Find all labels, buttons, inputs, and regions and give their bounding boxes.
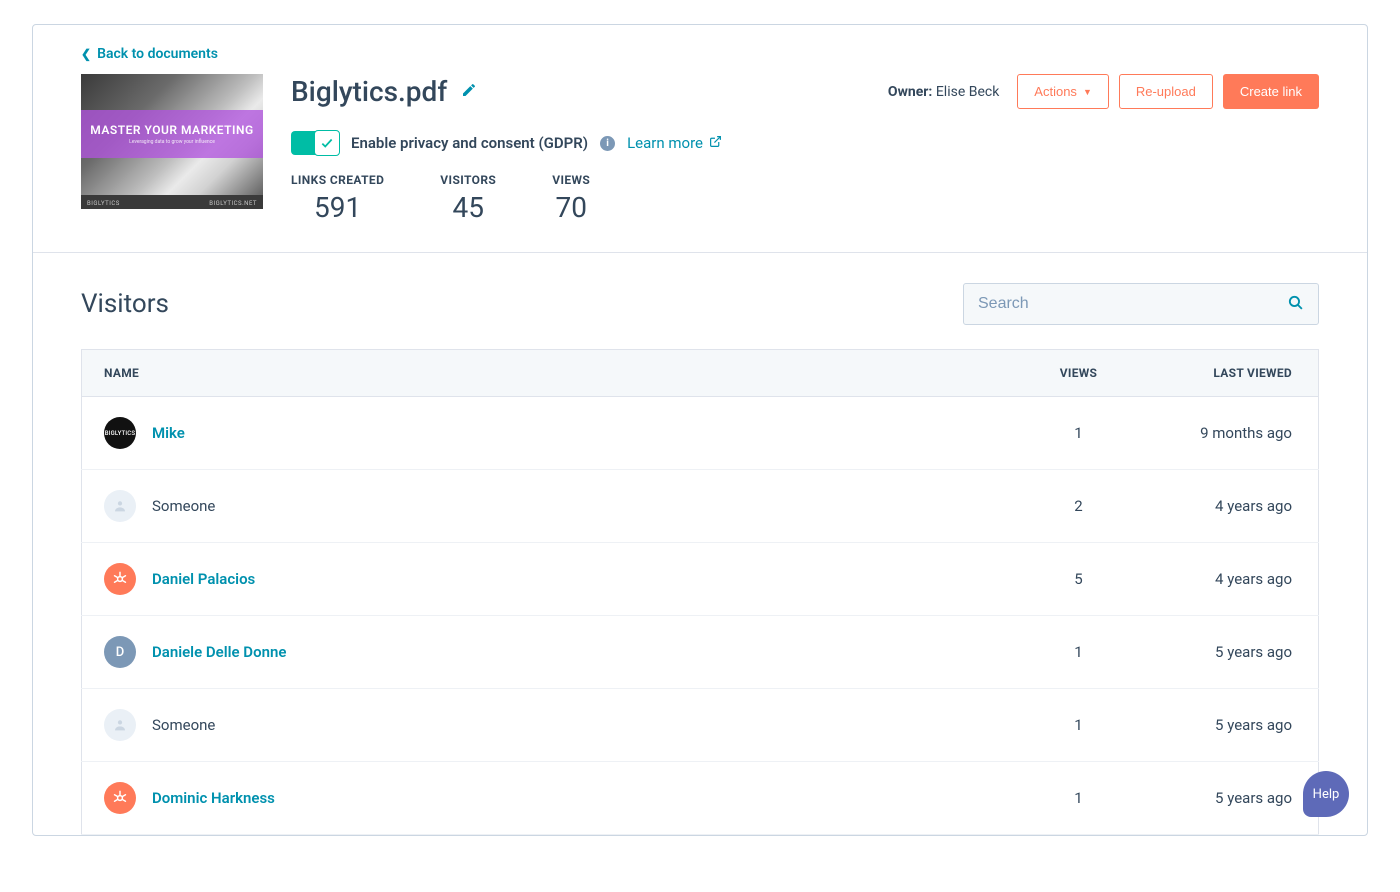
stat-label: VIEWS [552,173,590,187]
document-row: MASTER YOUR MARKETING Leveraging data to… [81,74,1319,224]
stat-value: 70 [552,191,590,224]
last-viewed-cell: 5 years ago [1139,689,1319,762]
gdpr-toggle[interactable] [291,131,339,155]
visitor-name[interactable]: Mike [152,424,185,442]
edit-title-icon[interactable] [461,82,477,102]
reupload-button[interactable]: Re-upload [1119,74,1213,109]
table-row[interactable]: Someone 24 years ago [82,470,1319,543]
owner-name: Elise Beck [936,84,999,100]
thumbnail-brand-right: BIGLYTICS.NET [209,200,257,207]
toggle-knob [314,130,340,156]
document-info: Biglytics.pdf Owner: Elise Beck Actions … [291,74,1319,224]
title-wrap: Biglytics.pdf [291,75,477,108]
search-box[interactable] [963,283,1319,325]
external-link-icon [709,134,722,152]
help-bubble[interactable]: Help [1303,771,1349,817]
chevron-left-icon: ❮ [81,47,91,61]
table-row[interactable]: Daniel Palacios 54 years ago [82,543,1319,616]
stat-label: VISITORS [440,173,496,187]
last-viewed-cell: 4 years ago [1139,470,1319,543]
gdpr-row: Enable privacy and consent (GDPR) i Lear… [291,131,1319,155]
document-thumbnail: MASTER YOUR MARKETING Leveraging data to… [81,74,263,209]
stat-value: 45 [440,191,496,224]
avatar [104,782,136,814]
col-name[interactable]: NAME [82,350,1019,397]
last-viewed-cell: 5 years ago [1139,762,1319,835]
stat-links-created: LINKS CREATED 591 [291,173,384,224]
table-head: NAME VIEWS LAST VIEWED [82,350,1319,397]
visitor-name[interactable]: Daniele Delle Donne [152,643,286,661]
create-link-label: Create link [1240,84,1302,99]
gdpr-label: Enable privacy and consent (GDPR) [351,134,588,152]
document-detail-card: ❮ Back to documents MASTER YOUR MARKETIN… [32,24,1368,836]
search-icon [1287,294,1304,315]
table-row[interactable]: Dominic Harkness 15 years ago [82,762,1319,835]
stat-value: 591 [291,191,384,224]
stat-views: VIEWS 70 [552,173,590,224]
header-section: ❮ Back to documents MASTER YOUR MARKETIN… [33,25,1367,253]
actions-wrap: Owner: Elise Beck Actions ▼ Re-upload Cr… [888,74,1319,109]
views-cell: 1 [1019,762,1139,835]
body-section: Visitors NAME VIEWS LAST VIEWED BIGLYTIC… [33,253,1367,835]
thumbnail-band: MASTER YOUR MARKETING Leveraging data to… [81,110,263,158]
thumbnail-sub: Leveraging data to grow your influence [129,139,215,145]
back-to-documents-link[interactable]: ❮ Back to documents [81,46,218,62]
info-icon[interactable]: i [600,136,615,151]
visitor-name[interactable]: Dominic Harkness [152,789,275,807]
avatar [104,709,136,741]
back-link-text: Back to documents [97,46,218,62]
help-label: Help [1313,787,1340,802]
last-viewed-cell: 9 months ago [1139,397,1319,470]
visitor-name[interactable]: Daniel Palacios [152,570,255,588]
actions-label: Actions [1034,84,1077,99]
avatar [104,563,136,595]
views-cell: 1 [1019,616,1139,689]
col-last[interactable]: LAST VIEWED [1139,350,1319,397]
owner-label: Owner: [888,84,932,100]
views-cell: 1 [1019,689,1139,762]
caret-down-icon: ▼ [1083,87,1092,97]
views-cell: 1 [1019,397,1139,470]
stat-visitors: VISITORS 45 [440,173,496,224]
views-cell: 2 [1019,470,1139,543]
document-title: Biglytics.pdf [291,75,447,108]
stat-label: LINKS CREATED [291,173,384,187]
create-link-button[interactable]: Create link [1223,74,1319,109]
visitors-table: NAME VIEWS LAST VIEWED BIGLYTICSMike19 m… [81,349,1319,835]
avatar: D [104,636,136,668]
table-row[interactable]: Someone 15 years ago [82,689,1319,762]
table-row[interactable]: BIGLYTICS Mike 19 months ago [82,397,1319,470]
last-viewed-cell: 5 years ago [1139,616,1319,689]
learn-more-text: Learn more [627,134,703,152]
reupload-label: Re-upload [1136,84,1196,99]
col-views[interactable]: VIEWS [1019,350,1139,397]
table-body: BIGLYTICSMike19 months agoSomeone24 year… [82,397,1319,835]
visitor-name: Someone [152,497,215,515]
top-line: Biglytics.pdf Owner: Elise Beck Actions … [291,74,1319,109]
visitors-title: Visitors [81,289,169,319]
owner-label-group: Owner: Elise Beck [888,84,999,100]
avatar: BIGLYTICS [104,417,136,449]
stats-row: LINKS CREATED 591 VISITORS 45 VIEWS 70 [291,173,1319,224]
search-input[interactable] [978,295,1287,313]
visitor-name: Someone [152,716,215,734]
learn-more-link[interactable]: Learn more [627,134,722,152]
thumbnail-headline: MASTER YOUR MARKETING [90,123,253,137]
thumbnail-brand-left: BIGLYTICS [87,200,120,207]
visitors-header: Visitors [81,283,1319,325]
actions-dropdown-button[interactable]: Actions ▼ [1017,74,1109,109]
table-row[interactable]: D Daniele Delle Donne 15 years ago [82,616,1319,689]
avatar [104,490,136,522]
views-cell: 5 [1019,543,1139,616]
last-viewed-cell: 4 years ago [1139,543,1319,616]
